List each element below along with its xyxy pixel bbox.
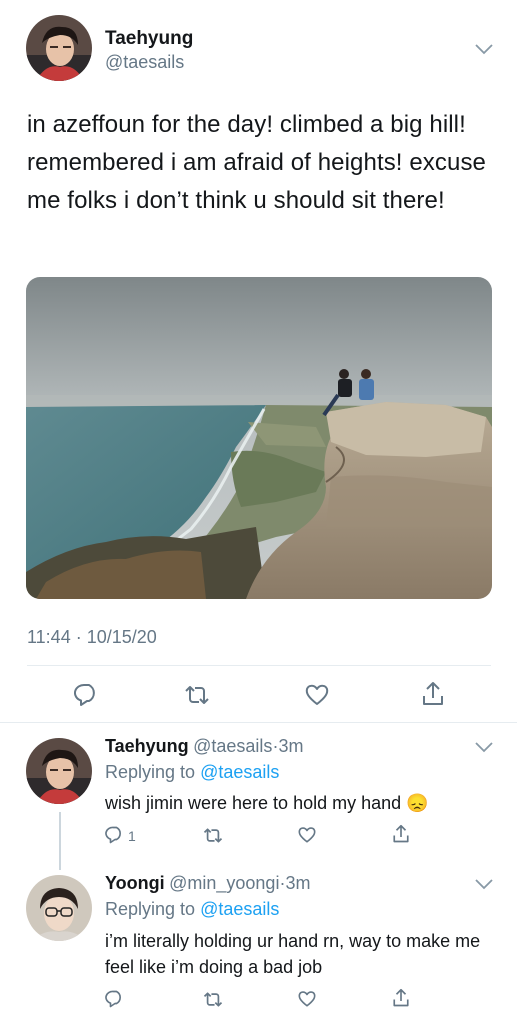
replying-to-prefix: Replying to [105, 762, 196, 782]
main-author-name[interactable]: Taehyung [105, 28, 193, 50]
tweet-text: in azeffoun for the day! climbed a big h… [27, 111, 486, 214]
tweet-photo[interactable] [26, 277, 492, 599]
replying-to-prefix: Replying to [105, 899, 196, 919]
reply-author-handle[interactable]: @taesails [193, 736, 272, 756]
reply-header: Taehyung @taesails·3m [105, 736, 303, 757]
main-author-handle[interactable]: @taesails [105, 52, 184, 73]
replying-to-link[interactable]: @taesails [200, 899, 279, 919]
reply-avatar[interactable] [26, 738, 92, 804]
retweet-icon[interactable] [201, 988, 225, 1010]
reply-time[interactable]: 3m [285, 873, 310, 893]
reply-avatar[interactable] [26, 875, 92, 941]
reply-text: wish jimin were here to hold my hand 😞 [105, 793, 429, 813]
reply-icon[interactable] [104, 988, 126, 1010]
reply-author-handle[interactable]: @min_yoongi [169, 873, 279, 893]
divider [27, 665, 491, 666]
chevron-down-icon[interactable] [474, 42, 494, 60]
reply-icon[interactable] [104, 824, 126, 846]
reply-count: 1 [128, 828, 136, 844]
share-icon[interactable] [390, 986, 412, 1010]
tweet-timestamp[interactable]: 11:44 · 10/15/20 [27, 627, 157, 648]
chevron-down-icon[interactable] [474, 740, 494, 758]
retweet-icon[interactable] [201, 824, 225, 846]
chevron-down-icon[interactable] [474, 877, 494, 895]
replying-to: Replying to @taesails [105, 762, 279, 783]
retweet-icon[interactable] [181, 680, 213, 710]
thread-connector-line [59, 812, 61, 870]
reply-icon[interactable] [72, 680, 102, 710]
share-icon[interactable] [418, 678, 448, 710]
replying-to-link[interactable]: @taesails [200, 762, 279, 782]
main-avatar[interactable] [26, 15, 92, 81]
like-icon[interactable] [296, 824, 318, 846]
reply-author-name[interactable]: Taehyung [105, 736, 189, 756]
reply-time[interactable]: 3m [278, 736, 303, 756]
reply-header: Yoongi @min_yoongi·3m [105, 873, 310, 894]
like-icon[interactable] [296, 988, 318, 1010]
replying-to: Replying to @taesails [105, 899, 279, 920]
reply-author-name[interactable]: Yoongi [105, 873, 165, 893]
divider [0, 722, 517, 723]
like-icon[interactable] [302, 680, 332, 710]
reply-text: i’m literally holding ur hand rn, way to… [105, 931, 481, 977]
share-icon[interactable] [390, 822, 412, 846]
